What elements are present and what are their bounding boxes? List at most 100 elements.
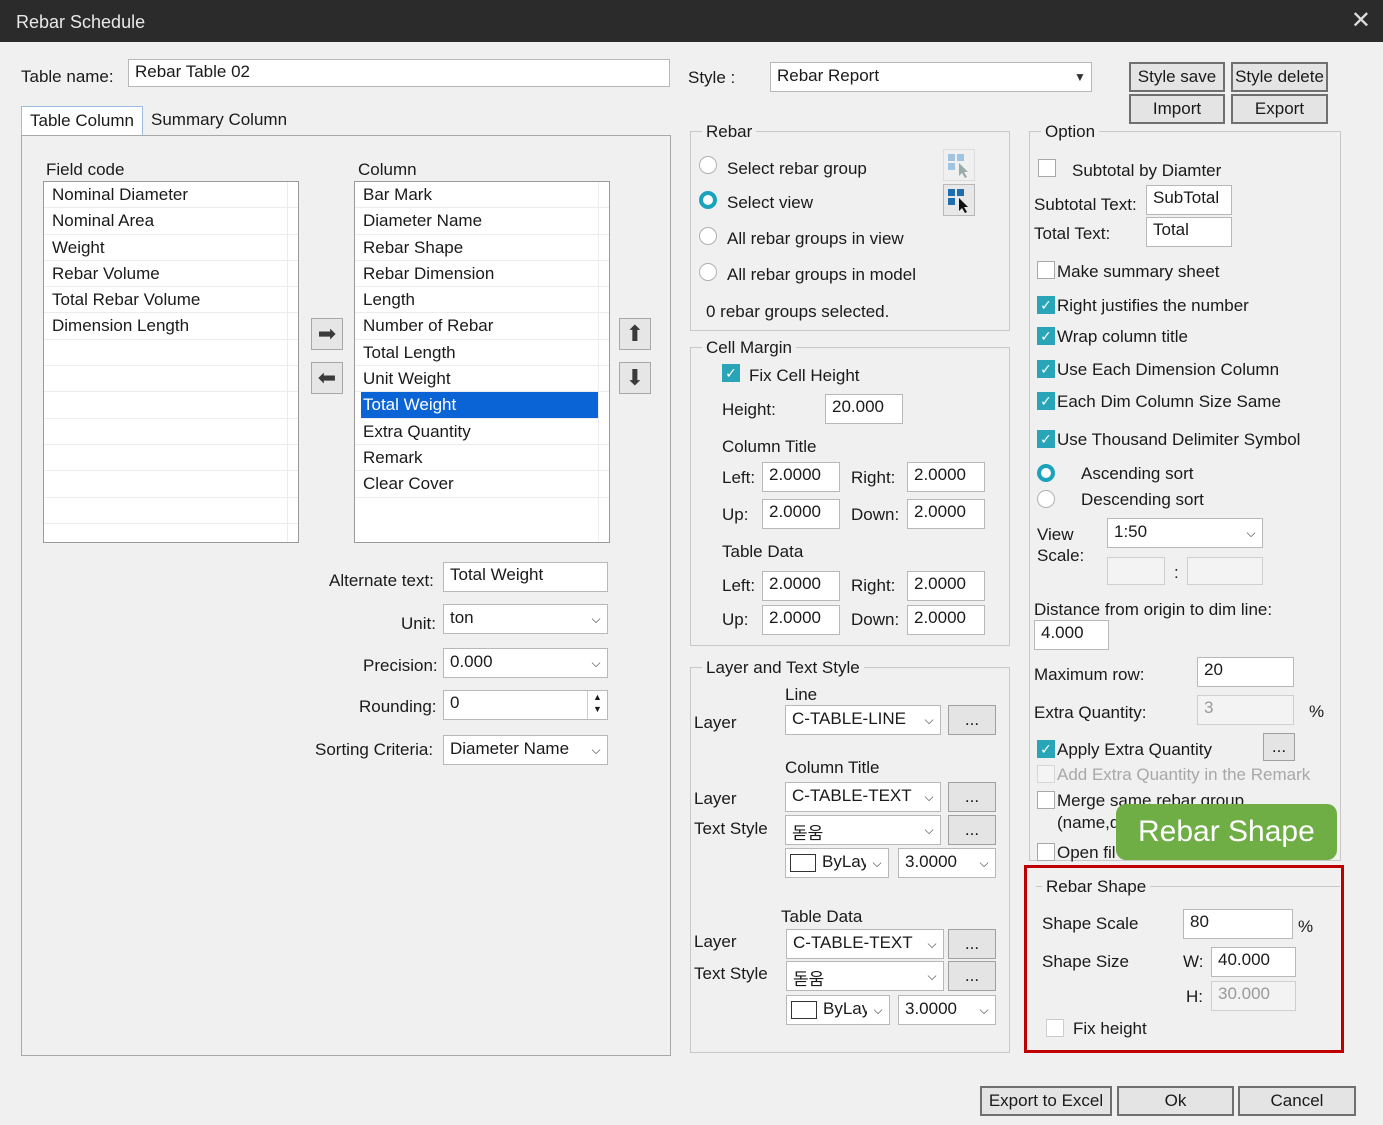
move-right-icon[interactable]: ➡ xyxy=(311,318,343,350)
height-input[interactable]: 20.000 xyxy=(825,394,903,424)
list-item[interactable]: Rebar Dimension xyxy=(355,261,609,288)
ct-style-browse-button[interactable]: ... xyxy=(948,815,996,845)
apply-extra-checkbox[interactable]: ✓ xyxy=(1037,740,1055,758)
cancel-button[interactable]: Cancel xyxy=(1238,1086,1356,1116)
ct-left-input[interactable]: 2.0000 xyxy=(762,462,840,492)
td-size-dropdown[interactable]: 3.0000 ⌵ xyxy=(898,995,996,1025)
export-button[interactable]: Export xyxy=(1231,94,1328,124)
td-color-dropdown[interactable]: ByLayer ⌵ xyxy=(786,995,890,1025)
list-item[interactable]: Rebar Volume xyxy=(44,261,298,288)
td-layer-dropdown[interactable]: C-TABLE-TEXT ⌵ xyxy=(786,929,944,959)
td-style-browse-button[interactable]: ... xyxy=(948,961,996,991)
merge-checkbox[interactable] xyxy=(1037,791,1055,809)
radio-select-view[interactable] xyxy=(699,191,717,209)
fix-height-checkbox[interactable] xyxy=(1046,1019,1064,1037)
rounding-stepper[interactable]: 0 ▲ ▼ xyxy=(443,690,608,720)
close-icon[interactable]: ✕ xyxy=(1351,6,1371,35)
ct-layer-dropdown[interactable]: C-TABLE-TEXT ⌵ xyxy=(785,782,941,812)
style-save-button[interactable]: Style save xyxy=(1129,62,1225,92)
td-text-style-dropdown[interactable]: 돋움 ⌵ xyxy=(786,961,944,991)
precision-dropdown[interactable]: 0.000 ⌵ xyxy=(443,648,608,678)
radio-descending[interactable] xyxy=(1037,490,1055,508)
shape-scale-input[interactable]: 80 xyxy=(1183,909,1293,939)
line-layer-browse-button[interactable]: ... xyxy=(948,705,996,735)
list-item[interactable]: Length xyxy=(355,287,609,314)
open-file-checkbox[interactable] xyxy=(1037,843,1055,861)
option-title: Option xyxy=(1041,122,1100,142)
list-item[interactable]: Extra Quantity xyxy=(355,419,609,445)
radio-all-in-view[interactable] xyxy=(699,227,717,245)
list-item[interactable]: Nominal Area xyxy=(44,208,298,235)
ct-right-input[interactable]: 2.0000 xyxy=(907,462,985,492)
list-item[interactable]: Remark xyxy=(355,445,609,472)
max-row-input[interactable]: 20 xyxy=(1197,657,1294,687)
list-item[interactable]: Rebar Shape xyxy=(355,235,609,261)
extra-qty-input[interactable]: 3 xyxy=(1197,695,1294,725)
list-item[interactable]: Diameter Name xyxy=(355,208,609,235)
scale-den-input[interactable] xyxy=(1187,557,1263,585)
move-up-icon[interactable]: ⬆ xyxy=(619,318,651,350)
thousand-checkbox[interactable]: ✓ xyxy=(1037,430,1055,448)
td-down-input[interactable]: 2.0000 xyxy=(907,605,985,635)
list-item[interactable]: Clear Cover xyxy=(355,471,609,498)
list-item[interactable]: Nominal Diameter xyxy=(44,182,298,209)
subtotal-checkbox[interactable] xyxy=(1038,159,1056,177)
ct-down-input[interactable]: 2.0000 xyxy=(907,499,985,529)
extra-qty-settings-button[interactable]: ... xyxy=(1263,733,1295,761)
list-item[interactable]: Total Length xyxy=(355,340,609,367)
shape-width-input[interactable]: 40.000 xyxy=(1211,947,1296,977)
ct-layer-browse-button[interactable]: ... xyxy=(948,782,996,812)
ct-color-dropdown[interactable]: ByLayer ⌵ xyxy=(785,848,889,878)
move-left-icon[interactable]: ⬅ xyxy=(311,362,343,394)
distance-input[interactable]: 4.000 xyxy=(1034,620,1109,650)
list-item[interactable]: Bar Mark xyxy=(355,182,609,209)
ct-size-value: 3.0000 xyxy=(905,852,957,871)
ct-text-style-dropdown[interactable]: 돋움 ⌵ xyxy=(785,815,941,845)
tab-table-column[interactable]: Table Column xyxy=(21,106,143,136)
chevron-down-icon: ⌵ xyxy=(918,783,940,811)
pick-view-icon[interactable] xyxy=(943,184,975,216)
each-dim-column-checkbox[interactable]: ✓ xyxy=(1037,360,1055,378)
make-summary-checkbox[interactable] xyxy=(1037,261,1055,279)
total-text-input[interactable]: Total xyxy=(1146,217,1232,247)
ok-button[interactable]: Ok xyxy=(1117,1086,1234,1116)
radio-select-rebar-group[interactable] xyxy=(699,156,717,174)
line-layer-dropdown[interactable]: C-TABLE-LINE ⌵ xyxy=(785,705,941,735)
import-button[interactable]: Import xyxy=(1129,94,1225,124)
spin-arrows-icon[interactable]: ▲ ▼ xyxy=(587,691,607,719)
list-item[interactable]: Unit Weight xyxy=(355,366,609,393)
list-item[interactable]: Total Rebar Volume xyxy=(44,287,298,314)
ct-size-dropdown[interactable]: 3.0000 ⌵ xyxy=(898,848,996,878)
list-item[interactable]: Dimension Length xyxy=(44,313,298,340)
td-left-input[interactable]: 2.0000 xyxy=(762,571,840,601)
tab-summary-column[interactable]: Summary Column xyxy=(143,106,296,134)
td-right-input[interactable]: 2.0000 xyxy=(907,571,985,601)
each-dim-size-checkbox[interactable]: ✓ xyxy=(1037,392,1055,410)
list-item[interactable]: Weight xyxy=(44,235,298,261)
scale-num-input[interactable] xyxy=(1107,557,1165,585)
unit-dropdown[interactable]: ton ⌵ xyxy=(443,604,608,634)
export-excel-button[interactable]: Export to Excel xyxy=(980,1086,1112,1116)
radio-all-in-model[interactable] xyxy=(699,263,717,281)
subtotal-text-input[interactable]: SubTotal xyxy=(1146,185,1232,215)
td-layer-browse-button[interactable]: ... xyxy=(948,929,996,959)
style-delete-button[interactable]: Style delete xyxy=(1231,62,1328,92)
view-scale-dropdown[interactable]: 1:50 ⌵ xyxy=(1107,518,1263,548)
field-code-list[interactable]: Nominal Diameter Nominal Area Weight Reb… xyxy=(43,181,299,543)
column-list[interactable]: Bar Mark Diameter Name Rebar Shape Rebar… xyxy=(354,181,610,543)
td-up-input[interactable]: 2.0000 xyxy=(762,605,840,635)
alternate-text-input[interactable]: Total Weight xyxy=(443,562,608,592)
style-dropdown[interactable]: Rebar Report ▼ xyxy=(770,62,1092,92)
move-down-icon[interactable]: ⬇ xyxy=(619,362,651,394)
list-item[interactable]: Number of Rebar xyxy=(355,313,609,340)
fix-cell-height-checkbox[interactable]: ✓ xyxy=(722,364,740,382)
table-name-input[interactable]: Rebar Table 02 xyxy=(128,59,670,87)
wrap-title-checkbox[interactable]: ✓ xyxy=(1037,327,1055,345)
pick-rebar-icon[interactable] xyxy=(943,149,975,181)
sorting-criteria-dropdown[interactable]: Diameter Name ⌵ xyxy=(443,735,608,765)
ct-up-input[interactable]: 2.0000 xyxy=(762,499,840,529)
list-item-selected[interactable]: Total Weight xyxy=(361,392,599,419)
shape-height-input[interactable]: 30.000 xyxy=(1211,981,1296,1011)
radio-ascending[interactable] xyxy=(1037,464,1055,482)
right-justify-checkbox[interactable]: ✓ xyxy=(1037,296,1055,314)
